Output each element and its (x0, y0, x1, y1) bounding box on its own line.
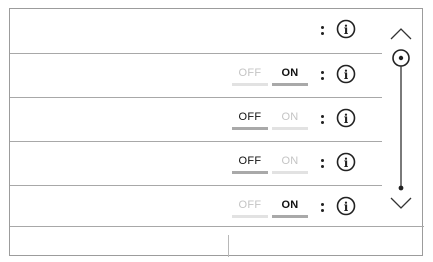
vertical-ellipsis-icon[interactable] (321, 201, 325, 217)
vertical-ellipsis-icon[interactable] (321, 24, 325, 40)
list-item: OFF ON i (10, 98, 382, 142)
svg-text:i: i (344, 23, 349, 37)
toggle-on-label[interactable]: ON (272, 199, 308, 211)
chevron-down-icon[interactable] (390, 197, 412, 209)
info-icon[interactable]: i (336, 64, 356, 84)
vertical-ellipsis-icon[interactable] (321, 113, 325, 129)
svg-text:i: i (344, 200, 349, 214)
svg-text:i: i (344, 156, 349, 170)
toggle-off-underline (232, 83, 268, 86)
settings-panel: i OFF ON i OFF ON i OFF ON i OFF ON i (9, 8, 424, 257)
info-icon[interactable]: i (336, 152, 356, 172)
vertical-ellipsis-icon[interactable] (321, 69, 325, 85)
toggle-off-underline (232, 127, 268, 130)
scroll-track-end (398, 185, 404, 191)
toggle-on-label[interactable]: ON (272, 67, 308, 79)
svg-text:i: i (344, 112, 349, 126)
on-off-toggle[interactable]: OFF ON (232, 155, 310, 175)
toggle-on-label[interactable]: ON (272, 111, 308, 123)
vertical-ellipsis-icon[interactable] (321, 157, 325, 173)
chevron-up-icon[interactable] (390, 28, 412, 40)
toggle-on-underline (272, 171, 308, 174)
toggle-off-underline (232, 215, 268, 218)
toggle-off-label[interactable]: OFF (232, 67, 268, 79)
on-off-toggle[interactable]: OFF ON (232, 199, 310, 219)
info-icon[interactable]: i (336, 108, 356, 128)
on-off-toggle[interactable]: OFF ON (232, 111, 310, 131)
info-icon[interactable]: i (336, 196, 356, 216)
info-icon[interactable]: i (336, 19, 356, 39)
toggle-off-label[interactable]: OFF (232, 111, 268, 123)
toggle-off-underline (232, 171, 268, 174)
list-item: i (10, 9, 382, 53)
footer-divider (10, 226, 424, 227)
toggle-on-underline (272, 127, 308, 130)
toggle-on-underline (272, 83, 308, 86)
list-item: OFF ON i (10, 186, 382, 230)
toggle-on-underline (272, 215, 308, 218)
toggle-off-label[interactable]: OFF (232, 155, 268, 167)
svg-text:i: i (344, 68, 349, 82)
scrollbar[interactable] (386, 25, 416, 219)
toggle-on-label[interactable]: ON (272, 155, 308, 167)
list-item: OFF ON i (10, 142, 382, 186)
on-off-toggle[interactable]: OFF ON (232, 67, 310, 87)
list-item: OFF ON i (10, 54, 382, 98)
footer-column-divider (228, 235, 229, 257)
toggle-off-label[interactable]: OFF (232, 199, 268, 211)
scroll-handle-dot (398, 55, 404, 61)
